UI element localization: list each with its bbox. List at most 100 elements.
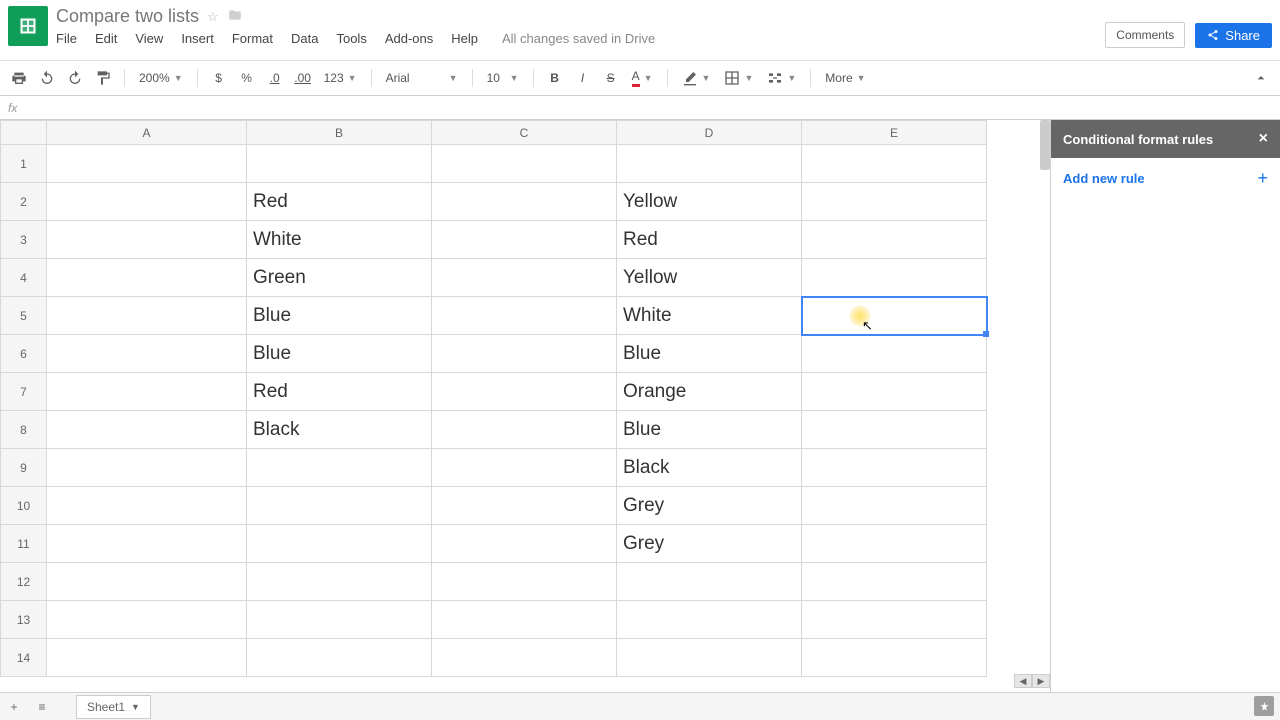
row-header-13[interactable]: 13 — [1, 601, 47, 639]
format-currency[interactable]: $ — [208, 67, 230, 89]
cell-A13[interactable] — [47, 601, 247, 639]
row-header-10[interactable]: 10 — [1, 487, 47, 525]
bold-button[interactable]: B — [544, 67, 566, 89]
cell-A7[interactable] — [47, 373, 247, 411]
cell-C4[interactable] — [432, 259, 617, 297]
formula-bar[interactable]: fx — [0, 96, 1280, 120]
row-header-9[interactable]: 9 — [1, 449, 47, 487]
cell-B11[interactable] — [247, 525, 432, 563]
cell-A4[interactable] — [47, 259, 247, 297]
cell-D13[interactable] — [617, 601, 802, 639]
cell-E1[interactable] — [802, 145, 987, 183]
row-header-6[interactable]: 6 — [1, 335, 47, 373]
cell-C12[interactable] — [432, 563, 617, 601]
menu-tools[interactable]: Tools — [336, 31, 366, 46]
cell-E3[interactable] — [802, 221, 987, 259]
cell-B12[interactable] — [247, 563, 432, 601]
cell-D7[interactable]: Orange — [617, 373, 802, 411]
collapse-toolbar-icon[interactable] — [1250, 67, 1272, 89]
row-header-11[interactable]: 11 — [1, 525, 47, 563]
cell-D11[interactable]: Grey — [617, 525, 802, 563]
cell-B8[interactable]: Black — [247, 411, 432, 449]
cell-A6[interactable] — [47, 335, 247, 373]
cell-C3[interactable] — [432, 221, 617, 259]
row-header-2[interactable]: 2 — [1, 183, 47, 221]
cell-A2[interactable] — [47, 183, 247, 221]
strikethrough-button[interactable]: S — [600, 67, 622, 89]
cell-E13[interactable] — [802, 601, 987, 639]
cell-B5[interactable]: Blue — [247, 297, 432, 335]
cell-E5[interactable] — [802, 297, 987, 335]
row-header-12[interactable]: 12 — [1, 563, 47, 601]
borders-button[interactable]: ▼ — [720, 70, 757, 86]
menu-help[interactable]: Help — [451, 31, 478, 46]
cell-A8[interactable] — [47, 411, 247, 449]
cell-A3[interactable] — [47, 221, 247, 259]
scroll-left-icon[interactable]: ◀ — [1014, 674, 1032, 688]
cell-C5[interactable] — [432, 297, 617, 335]
cell-A1[interactable] — [47, 145, 247, 183]
increase-decimal[interactable]: .00 — [292, 67, 314, 89]
cell-A5[interactable] — [47, 297, 247, 335]
cell-D4[interactable]: Yellow — [617, 259, 802, 297]
cell-A10[interactable] — [47, 487, 247, 525]
row-header-4[interactable]: 4 — [1, 259, 47, 297]
cell-D10[interactable]: Grey — [617, 487, 802, 525]
undo-icon[interactable] — [36, 67, 58, 89]
cell-D2[interactable]: Yellow — [617, 183, 802, 221]
cell-D3[interactable]: Red — [617, 221, 802, 259]
close-icon[interactable]: × — [1259, 130, 1268, 148]
cell-A14[interactable] — [47, 639, 247, 677]
cell-B3[interactable]: White — [247, 221, 432, 259]
cell-C1[interactable] — [432, 145, 617, 183]
add-sheet-button[interactable]: + — [0, 700, 28, 714]
cell-E9[interactable] — [802, 449, 987, 487]
cell-E4[interactable] — [802, 259, 987, 297]
cell-B9[interactable] — [247, 449, 432, 487]
cell-D6[interactable]: Blue — [617, 335, 802, 373]
cell-B14[interactable] — [247, 639, 432, 677]
cell-A12[interactable] — [47, 563, 247, 601]
cell-C14[interactable] — [432, 639, 617, 677]
cell-C6[interactable] — [432, 335, 617, 373]
menu-add-ons[interactable]: Add-ons — [385, 31, 433, 46]
redo-icon[interactable] — [64, 67, 86, 89]
col-header-C[interactable]: C — [432, 121, 617, 145]
cell-B2[interactable]: Red — [247, 183, 432, 221]
cell-D12[interactable] — [617, 563, 802, 601]
cell-E10[interactable] — [802, 487, 987, 525]
explore-button[interactable] — [1254, 696, 1274, 716]
cell-C7[interactable] — [432, 373, 617, 411]
sheet-tab[interactable]: Sheet1 ▼ — [76, 695, 151, 719]
cell-E8[interactable] — [802, 411, 987, 449]
cell-B6[interactable]: Blue — [247, 335, 432, 373]
menu-format[interactable]: Format — [232, 31, 273, 46]
star-icon[interactable]: ☆ — [207, 9, 219, 25]
text-color-button[interactable]: A▼ — [628, 69, 657, 87]
print-icon[interactable] — [8, 67, 30, 89]
menu-file[interactable]: File — [56, 31, 77, 46]
cell-B7[interactable]: Red — [247, 373, 432, 411]
zoom-dropdown[interactable]: 200%▼ — [135, 71, 187, 85]
paint-format-icon[interactable] — [92, 67, 114, 89]
italic-button[interactable]: I — [572, 67, 594, 89]
merge-button[interactable]: ▼ — [763, 70, 800, 86]
add-new-rule-button[interactable]: Add new rule + — [1063, 168, 1268, 189]
format-percent[interactable]: % — [236, 67, 258, 89]
document-title[interactable]: Compare two lists — [56, 6, 199, 27]
menu-data[interactable]: Data — [291, 31, 318, 46]
folder-icon[interactable] — [227, 8, 243, 25]
cell-C10[interactable] — [432, 487, 617, 525]
cell-E11[interactable] — [802, 525, 987, 563]
cell-B10[interactable] — [247, 487, 432, 525]
row-header-7[interactable]: 7 — [1, 373, 47, 411]
number-format-dropdown[interactable]: 123▼ — [320, 71, 361, 85]
col-header-E[interactable]: E — [802, 121, 987, 145]
all-sheets-button[interactable]: ≡ — [28, 700, 56, 714]
cell-E2[interactable] — [802, 183, 987, 221]
comments-button[interactable]: Comments — [1105, 22, 1185, 48]
decrease-decimal[interactable]: .0 — [264, 67, 286, 89]
cell-D5[interactable]: White — [617, 297, 802, 335]
row-header-3[interactable]: 3 — [1, 221, 47, 259]
cell-C13[interactable] — [432, 601, 617, 639]
